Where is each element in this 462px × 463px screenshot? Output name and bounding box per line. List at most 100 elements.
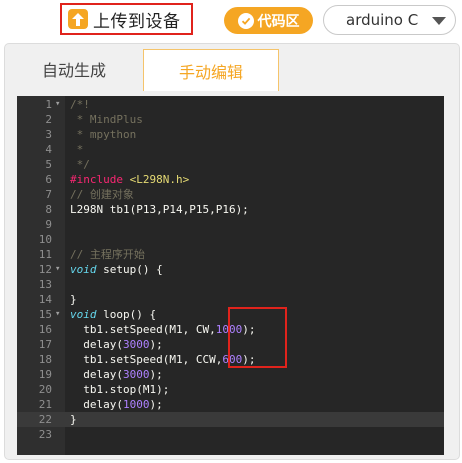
highlight-annotation-box (228, 307, 287, 368)
chevron-down-icon (432, 17, 446, 25)
code-line[interactable]: 6 #include <L298N.h> (17, 172, 444, 187)
code-token: /*! (70, 98, 90, 111)
code-line[interactable]: 5 */ (17, 157, 444, 172)
code-token: } (70, 413, 77, 426)
code-text: #include <L298N.h> (70, 172, 189, 187)
line-number: 13 (38, 278, 52, 291)
code-text: * (70, 142, 84, 157)
code-line[interactable]: 4 * (17, 142, 444, 157)
code-line[interactable]: 2 * MindPlus (17, 112, 444, 127)
code-line[interactable]: 13 (17, 277, 444, 292)
code-token: <L298N.h> (129, 173, 190, 186)
line-number: 11 (38, 248, 52, 261)
code-line[interactable]: 12 ▾ void setup() { (17, 262, 444, 277)
code-line[interactable]: 10 (17, 232, 444, 247)
code-text: tb1.stop(M1); (70, 382, 169, 397)
line-number: 15 (38, 308, 52, 321)
line-number: 23 (38, 428, 52, 441)
code-token: 1000 (122, 398, 150, 411)
line-number: 2 (45, 113, 52, 126)
line-number: 10 (38, 233, 52, 246)
line-number: 5 (45, 158, 52, 171)
code-token: } (70, 293, 77, 306)
code-text: } (70, 292, 77, 307)
code-text: delay(3000); (70, 337, 163, 352)
code-token: void (70, 308, 97, 321)
code-token: ); (149, 338, 163, 351)
code-token: // 创建对象 (70, 188, 134, 201)
code-text: delay(1000); (70, 397, 163, 412)
code-token: * MindPlus (70, 113, 143, 126)
code-token: #include (70, 173, 130, 186)
code-token: ); (149, 398, 163, 411)
code-token: setup() { (96, 263, 163, 276)
code-line[interactable]: 1 ▾ /*! (17, 97, 444, 112)
upload-button-label: 上传到设备 (93, 11, 181, 32)
code-text: * mpython (70, 127, 137, 142)
line-number: 19 (38, 368, 52, 381)
code-token: loop() { (96, 308, 157, 321)
code-text: L298N tb1(P13,P14,P15,P16); (70, 202, 249, 217)
code-token: void (70, 263, 97, 276)
checkmark-icon (237, 12, 254, 29)
line-number: 9 (45, 218, 52, 231)
code-line[interactable]: 14} (17, 292, 444, 307)
code-token: tb1.stop(M1); (70, 383, 170, 396)
code-line[interactable]: 9 (17, 217, 444, 232)
code-text: void loop() { (70, 307, 156, 322)
code-token: tb1.setSpeed(M1, CW, (70, 323, 216, 336)
code-text: */ (70, 157, 90, 172)
upload-arrow-icon (68, 9, 88, 29)
line-number: 22 (38, 413, 52, 426)
line-number: 4 (45, 143, 52, 156)
code-editor[interactable]: 1 ▾/*! 2 * MindPlus 3 * mpython 4 * 5 */6 #inc… (17, 96, 444, 455)
code-token: delay( (70, 338, 123, 351)
board-select-dropdown[interactable]: arduino C (323, 5, 456, 35)
board-select-value: arduino C (346, 11, 419, 29)
line-number: 7 (45, 188, 52, 201)
line-number: 14 (38, 293, 52, 306)
code-token: L298N tb1(P13,P14,P15,P16); (70, 203, 249, 216)
code-token: // 主程序开始 (70, 248, 145, 261)
code-line[interactable]: 7 // 创建对象 (17, 187, 444, 202)
line-number: 6 (45, 173, 52, 186)
line-number: 16 (38, 323, 52, 336)
upload-to-device-button[interactable]: 上传到设备 (60, 3, 193, 35)
code-token: ); (149, 368, 163, 381)
code-line[interactable]: 20 tb1.stop(M1); (17, 382, 444, 397)
line-number: 12 (38, 263, 52, 276)
code-token: delay( (70, 368, 123, 381)
code-area-label: 代码区 (257, 13, 300, 30)
code-text: // 创建对象 (70, 187, 134, 202)
code-area-toggle[interactable]: 代码区 (224, 7, 313, 34)
line-number: 20 (38, 383, 52, 396)
code-token: 3000 (122, 368, 150, 381)
fold-arrow-icon[interactable]: ▾ (55, 307, 63, 322)
code-text: delay(3000); (70, 367, 163, 382)
code-token: delay( (70, 398, 123, 411)
code-token: * mpython (70, 128, 137, 141)
code-token: * (70, 143, 84, 156)
line-number: 18 (38, 353, 52, 366)
tab-manual-edit[interactable]: 手动编辑 (143, 49, 279, 91)
code-line[interactable]: 8 L298N tb1(P13,P14,P15,P16); (17, 202, 444, 217)
code-line[interactable]: 23 (17, 427, 444, 442)
code-line[interactable]: 21 delay(1000); (17, 397, 444, 412)
fold-arrow-icon[interactable]: ▾ (55, 97, 63, 112)
code-line[interactable]: 11 // 主程序开始 (17, 247, 444, 262)
code-token: 3000 (122, 338, 150, 351)
code-token: tb1.setSpeed(M1, CCW, (70, 353, 223, 366)
code-line[interactable]: 22} (17, 412, 444, 427)
line-number: 1 (45, 98, 52, 111)
code-line[interactable]: 19 delay(3000); (17, 367, 444, 382)
code-text: * MindPlus (70, 112, 143, 127)
code-token: */ (70, 158, 90, 171)
line-number: 8 (45, 203, 52, 216)
code-text: void setup() { (70, 262, 163, 277)
code-line[interactable]: 3 * mpython (17, 127, 444, 142)
code-text: } (70, 412, 77, 427)
fold-arrow-icon[interactable]: ▾ (55, 262, 63, 277)
code-text: // 主程序开始 (70, 247, 145, 262)
line-number: 3 (45, 128, 52, 141)
tab-auto-generate[interactable]: 自动生成 (5, 49, 143, 89)
